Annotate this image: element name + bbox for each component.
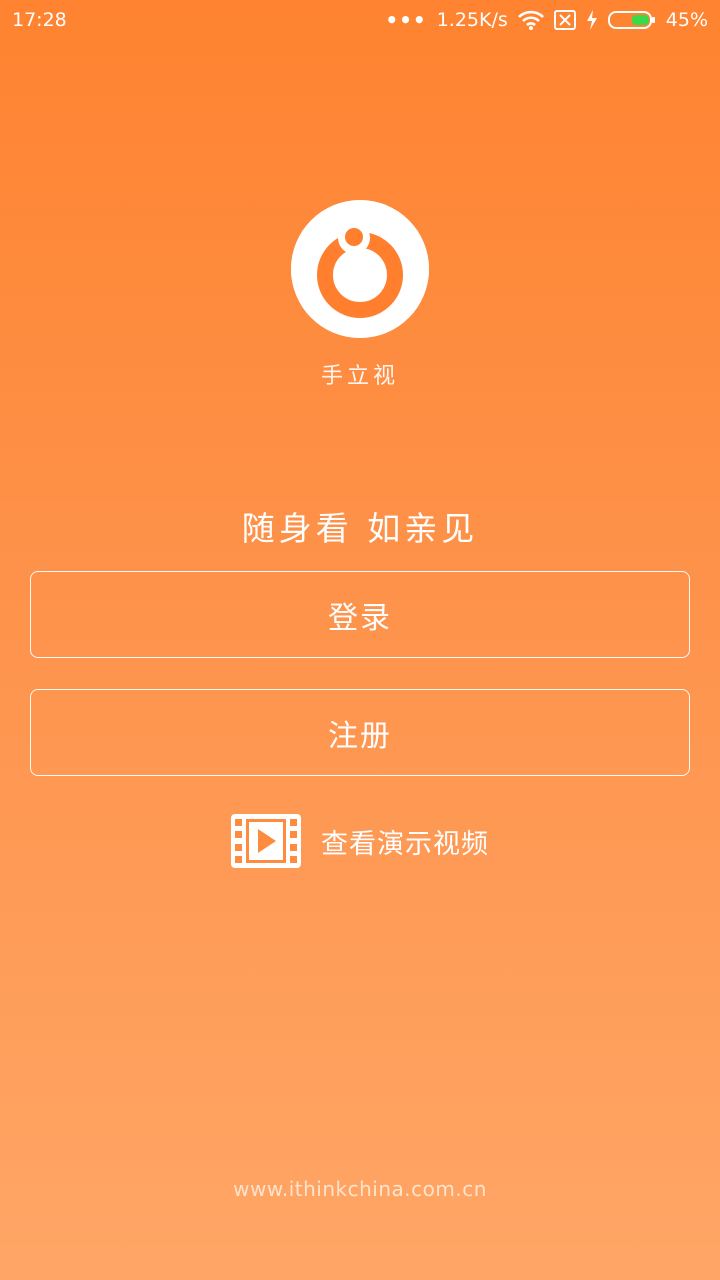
register-button-label: 注册 — [328, 718, 392, 754]
register-button[interactable]: 注册 — [30, 689, 690, 776]
battery-percent: 45% — [665, 9, 708, 31]
slogan: 随身看 如亲见 — [241, 509, 479, 548]
status-bar: 17:28 ••• 1.25K/s 45% — [0, 0, 720, 40]
login-button-label: 登录 — [328, 600, 392, 636]
battery-icon — [607, 10, 656, 30]
charging-icon — [586, 10, 598, 30]
wifi-icon — [517, 10, 544, 30]
video-film-icon — [231, 814, 301, 868]
network-speed: 1.25K/s — [436, 9, 508, 31]
demo-video-link[interactable]: 查看演示视频 — [0, 814, 720, 868]
app-name: 手立视 — [320, 364, 399, 389]
sim-blocked-icon — [553, 10, 576, 30]
login-button[interactable]: 登录 — [30, 571, 690, 658]
more-dots-icon: ••• — [385, 8, 427, 32]
footer-url: www.ithinkchina.com.cn — [233, 1177, 487, 1201]
status-time: 17:28 — [12, 9, 67, 31]
demo-video-label: 查看演示视频 — [321, 828, 489, 860]
logo-container — [0, 200, 720, 338]
app-logo-icon — [291, 200, 429, 338]
